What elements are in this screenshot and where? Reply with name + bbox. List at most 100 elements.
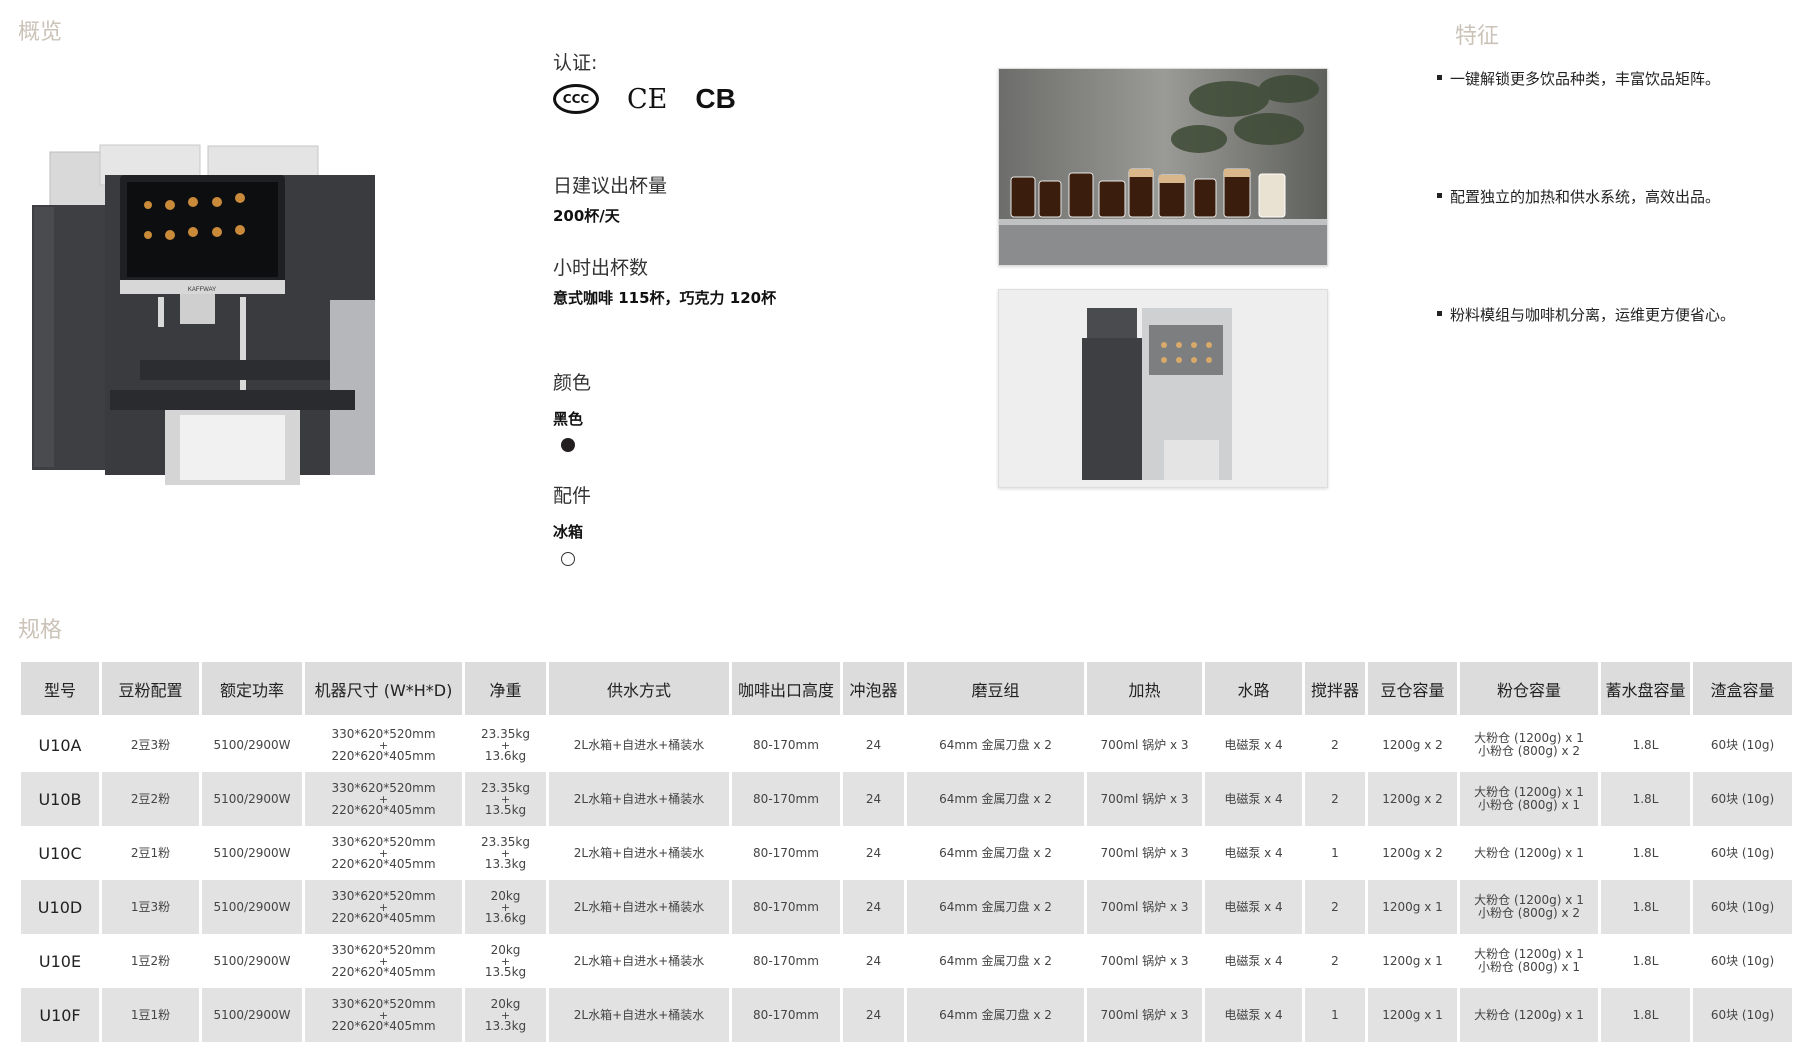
bean-cell: 1200g x 2 xyxy=(1382,845,1443,860)
waste-cell: 60块 (10g) xyxy=(1693,988,1792,1042)
brewer-cell: 24 xyxy=(843,772,904,826)
waste-cell: 60块 (10g) xyxy=(1710,845,1775,860)
table-row: U10D 1豆3粉 5100/2900W 330*620*520mm +220*620*… xyxy=(21,880,1792,934)
daily-output-value: 200杯/天 xyxy=(553,207,620,225)
config-cell: 2豆3粉 xyxy=(130,737,171,752)
mixer-cell: 1 xyxy=(1305,988,1365,1042)
grinder-cell: 64mm 金属刀盘 x 2 xyxy=(907,772,1084,826)
water-cell: 2L水箱+自进水+桶装水 xyxy=(549,988,729,1042)
weight-cell: 23.35kg +13.3kg xyxy=(465,826,546,880)
tray-cell: 1.8L xyxy=(1601,772,1690,826)
daily-output-label: 日建议出杯量 xyxy=(553,175,668,197)
config-cell: 2豆2粉 xyxy=(102,772,199,826)
tray-cell: 1.8L xyxy=(1632,953,1659,968)
column-header: 豆仓容量 xyxy=(1368,662,1457,718)
table-row: U10B 2豆2粉 5100/2900W 330*620*520mm +220*620*… xyxy=(21,772,1792,826)
cert-label: 认证: xyxy=(553,52,598,74)
cell-line: 220*620*405mm xyxy=(331,910,436,925)
power-cell: 5100/2900W xyxy=(202,988,302,1042)
height-cell: 80-170mm xyxy=(753,953,819,968)
water-cell: 2L水箱+自进水+桶装水 xyxy=(573,845,705,860)
fridge-option-radio[interactable] xyxy=(561,552,575,566)
column-header: 粉仓容量 xyxy=(1460,662,1598,718)
color-label: 颜色 xyxy=(553,372,592,394)
cell-line: 220*620*405mm xyxy=(331,1018,436,1033)
overview-title: 概览 xyxy=(18,20,63,45)
cell-line: 220*620*405mm xyxy=(331,964,436,979)
weight-cell: 20kg +13.5kg xyxy=(465,934,546,988)
power-cell: 5100/2900W xyxy=(213,845,291,860)
height-cell: 80-170mm xyxy=(732,772,840,826)
power-cell: 5100/2900W xyxy=(202,880,302,934)
size-cell: 330*620*520mm +220*620*405mm xyxy=(305,772,462,826)
hourly-output-value: 意式咖啡 115杯，巧克力 120杯 xyxy=(553,289,777,307)
accessory-value: 冰箱 xyxy=(553,523,584,541)
height-cell: 80-170mm xyxy=(732,988,840,1042)
feature-item: 配置独立的加热和供水系统，高效出品。 xyxy=(1437,186,1720,207)
pump-cell: 电磁泵 x 4 xyxy=(1224,845,1283,860)
brewer-cell: 24 xyxy=(843,988,904,1042)
brewer-cell: 24 xyxy=(865,845,882,860)
grinder-cell: 64mm 金属刀盘 x 2 xyxy=(907,880,1084,934)
column-header: 额定功率 xyxy=(202,662,302,718)
cell-line: 220*620*405mm xyxy=(331,748,436,763)
cell-line: 220*620*405mm xyxy=(331,856,436,871)
mixer-cell: 2 xyxy=(1331,953,1339,968)
model-cell: U10D xyxy=(21,880,99,934)
brewer-cell: 24 xyxy=(865,737,882,752)
model-cell: U10B xyxy=(21,772,99,826)
column-header: 豆粉配置 xyxy=(102,662,199,718)
cell-line: 13.6kg xyxy=(484,748,527,763)
bean-cell: 1200g x 1 xyxy=(1368,880,1457,934)
weight-cell: 20kg +13.6kg xyxy=(465,880,546,934)
cell-line: 大粉仓 (1200g) x 1 xyxy=(1474,1007,1584,1022)
powder-cell: 大粉仓 (1200g) x 1 xyxy=(1460,988,1598,1042)
pump-cell: 电磁泵 x 4 xyxy=(1205,772,1302,826)
column-header: 加热 xyxy=(1087,662,1202,718)
bean-cell: 1200g x 2 xyxy=(1382,737,1443,752)
power-cell: 5100/2900W xyxy=(202,772,302,826)
column-header: 咖啡出口高度 xyxy=(732,662,840,718)
heating-cell: 700ml 锅炉 x 3 xyxy=(1100,737,1189,752)
tray-cell: 1.8L xyxy=(1632,737,1659,752)
tray-cell: 1.8L xyxy=(1632,845,1659,860)
product-image: KAFFWAY xyxy=(32,144,375,485)
cell-line: 13.5kg xyxy=(484,802,527,817)
config-cell: 1豆3粉 xyxy=(102,880,199,934)
weight-cell: 23.35kg +13.6kg xyxy=(465,718,546,772)
table-header-row: 型号 豆粉配置 额定功率 机器尺寸 (W*H*D) 净重 供水方式 咖啡出口高度 冲泡器 磨豆组… xyxy=(21,662,1792,718)
cert-logos: CCC CE CB xyxy=(553,83,736,115)
config-cell: 2豆1粉 xyxy=(130,845,171,860)
heating-cell: 700ml 锅炉 x 3 xyxy=(1100,845,1189,860)
feature-item: 粉料模组与咖啡机分离，运维更方便省心。 xyxy=(1437,304,1735,325)
grinder-cell: 64mm 金属刀盘 x 2 xyxy=(939,737,1052,752)
size-cell: 330*620*520mm +220*620*405mm xyxy=(305,880,462,934)
size-cell: 330*620*520mm +220*620*405mm xyxy=(305,934,462,988)
cell-line: 13.3kg xyxy=(484,856,527,871)
powder-cell: 大粉仓 (1200g) x 1 小粉仓 (800g) x 1 xyxy=(1460,772,1598,826)
size-cell: 330*620*520mm +220*620*405mm xyxy=(305,826,462,880)
cell-line: 小粉仓 (800g) x 2 xyxy=(1477,744,1581,758)
tray-cell: 1.8L xyxy=(1601,988,1690,1042)
pump-cell: 电磁泵 x 4 xyxy=(1205,880,1302,934)
cell-line: 大粉仓 (1200g) x 1 xyxy=(1474,845,1584,860)
spec-table: 型号 豆粉配置 额定功率 机器尺寸 (W*H*D) 净重 供水方式 咖啡出口高度 冲泡器 磨豆组… xyxy=(18,662,1795,1042)
size-cell: 330*620*520mm +220*620*405mm xyxy=(305,988,462,1042)
weight-cell: 20kg +13.3kg xyxy=(465,988,546,1042)
column-header: 渣盒容量 xyxy=(1693,662,1792,718)
black-swatch[interactable] xyxy=(561,438,575,452)
water-cell: 2L水箱+自进水+桶装水 xyxy=(573,737,705,752)
features-title: 特征 xyxy=(1455,24,1500,49)
table-row: U10F 1豆1粉 5100/2900W 330*620*520mm +220*620*… xyxy=(21,988,1792,1042)
heating-cell: 700ml 锅炉 x 3 xyxy=(1087,988,1202,1042)
cell-line: 13.5kg xyxy=(484,964,527,979)
grinder-cell: 64mm 金属刀盘 x 2 xyxy=(939,845,1052,860)
water-cell: 2L水箱+自进水+桶装水 xyxy=(573,953,705,968)
table-row: U10A 2豆3粉 5100/2900W 330*620*520mm +220*620*… xyxy=(21,718,1792,772)
table-row: U10E 1豆2粉 5100/2900W 330*620*520mm +220*620*… xyxy=(21,934,1792,988)
water-cell: 2L水箱+自进水+桶装水 xyxy=(549,880,729,934)
heating-cell: 700ml 锅炉 x 3 xyxy=(1087,772,1202,826)
column-header: 水路 xyxy=(1205,662,1302,718)
hourly-output-label: 小时出杯数 xyxy=(553,257,649,279)
heating-cell: 700ml 锅炉 x 3 xyxy=(1100,953,1189,968)
